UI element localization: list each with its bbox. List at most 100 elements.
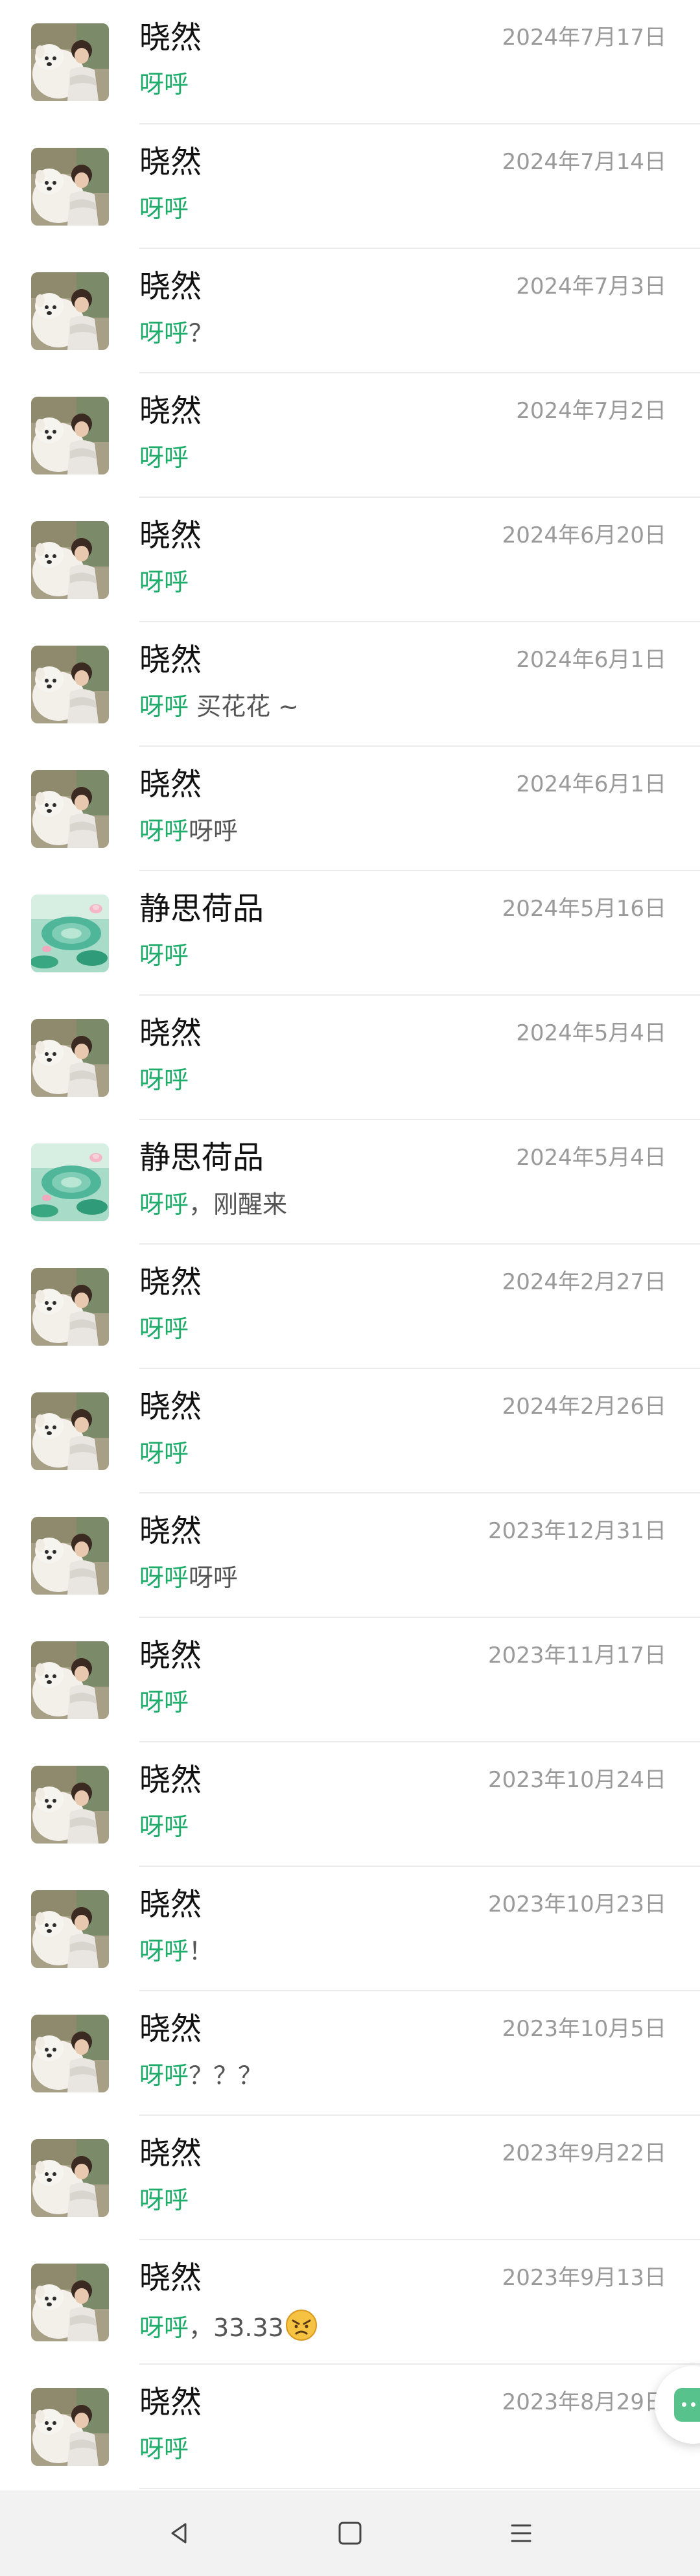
avatar[interactable] [31,521,109,599]
conversation-item[interactable]: 静思荷品 2024年5月16日 呀呼 [0,871,700,996]
avatar[interactable] [31,2388,109,2466]
contact-name: 晓然 [139,144,202,180]
message-preview: 呀呼呀呼 [139,815,238,847]
highlighted-keyword: 呀呼 [139,1439,189,1468]
conversation-item[interactable]: 晓然 2024年2月27日 呀呼 [0,1245,700,1369]
message-preview: 呀呼 [139,1687,189,1718]
avatar[interactable] [31,2139,109,2217]
three-lines-menu-icon [511,2524,531,2542]
conversation-item[interactable]: 晓然 2023年11月17日 呀呼 [0,1618,700,1742]
conversation-item[interactable]: 晓然 2023年10月23日 呀呼！ [0,1867,700,1991]
contact-name: 晓然 [139,268,202,305]
contact-name: 晓然 [139,2260,202,2296]
contact-name: 晓然 [139,1264,202,1300]
avatar[interactable] [31,272,109,350]
conversation-item[interactable]: 晓然 2024年7月14日呀呼 [0,124,700,249]
highlighted-keyword: 呀呼 [139,568,189,596]
avatar[interactable] [31,1641,109,1719]
highlighted-keyword: 呀呼 [139,1066,189,1094]
home-button[interactable] [324,2507,376,2559]
message-preview: 呀呼 [139,940,189,971]
menu-button[interactable] [495,2507,547,2559]
conversation-item[interactable]: 晓然 2024年6月20日 呀呼 [0,498,700,622]
message-text: ？？？ [189,2061,263,2090]
contact-name: 静思荷品 [139,1140,264,1176]
highlighted-keyword: 呀呼 [139,1190,189,1219]
avatar[interactable] [31,646,109,723]
chat-bubble-icon [674,2388,700,2422]
message-preview: 呀呼 [139,2184,189,2216]
conversation-item[interactable]: 晓然 2024年7月17日呀呼 [0,0,700,124]
avatar[interactable] [31,23,109,101]
conversation-item[interactable]: 晓然 2024年5月4日 呀呼 [0,996,700,1120]
conversation-item[interactable]: 晓然 2024年2月26日呀呼 [0,1369,700,1493]
message-date: 2024年7月3日 [516,274,666,299]
message-text: ，33.33 [189,2313,284,2342]
avatar[interactable] [31,2015,109,2092]
message-text: 呀呼 [189,817,239,845]
message-preview: 呀呼 买花花 ~ [139,691,299,722]
message-preview: 呀呼，刚醒来 [139,1189,287,1220]
highlighted-keyword: 呀呼 [139,2435,189,2463]
message-text: ，刚醒来 [189,1190,288,1219]
highlighted-keyword: 呀呼 [139,70,189,99]
conversation-item[interactable]: 晓然 2023年12月31日 呀呼呀呼 [0,1493,700,1618]
avatar[interactable] [31,2264,109,2341]
highlighted-keyword: 呀呼 [139,194,189,223]
message-preview: 呀呼呀呼 [139,1562,238,1593]
highlighted-keyword: 呀呼 [139,1812,189,1841]
angry-face-emoji [285,2309,318,2348]
square-home-icon [338,2522,362,2545]
triangle-back-icon [171,2523,187,2544]
contact-name: 晓然 [139,2384,202,2420]
message-date: 2024年6月20日 [502,522,666,548]
avatar[interactable] [31,1890,109,1968]
avatar[interactable] [31,1766,109,1844]
conversation-item[interactable]: 晓然 2023年9月22日 呀呼 [0,2116,700,2240]
message-date: 2024年6月1日 [516,771,666,797]
avatar[interactable] [31,1392,109,1470]
highlighted-keyword: 呀呼 [139,1563,189,1592]
avatar[interactable] [31,1268,109,1346]
avatar[interactable] [31,1517,109,1595]
message-date: 2023年9月22日 [502,2140,666,2166]
contact-name: 晓然 [139,1886,202,1923]
message-preview: 呀呼 [139,1313,189,1344]
conversation-item[interactable]: 晓然 2024年6月1日 呀呼 买花花 ~ [0,622,700,747]
message-date: 2023年9月13日 [502,2265,666,2291]
contact-name: 晓然 [139,1762,202,1798]
contact-name: 晓然 [139,19,202,56]
back-button[interactable] [153,2507,205,2559]
avatar[interactable] [31,397,109,474]
contact-name: 晓然 [139,1388,202,1425]
contact-name: 晓然 [139,1015,202,1051]
highlighted-keyword: 呀呼 [139,692,189,721]
message-date: 2024年5月16日 [502,896,666,922]
message-date: 2024年2月26日 [502,1394,666,1420]
highlighted-keyword: 呀呼 [139,2186,189,2214]
highlighted-keyword: 呀呼 [139,941,189,970]
conversation-item[interactable]: 晓然 2023年10月5日 呀呼？？？ [0,1991,700,2116]
conversation-item[interactable]: 晓然 2024年6月1日 呀呼呀呼 [0,747,700,871]
avatar[interactable] [31,148,109,226]
message-date: 2024年7月14日 [502,149,666,175]
message-date: 2024年6月1日 [516,647,666,673]
highlighted-keyword: 呀呼 [139,319,189,347]
highlighted-keyword: 呀呼 [139,817,189,845]
message-preview: 呀呼 [139,442,189,473]
avatar[interactable] [31,770,109,848]
message-date: 2024年7月17日 [502,25,666,51]
avatar[interactable] [31,1143,109,1221]
highlighted-keyword: 呀呼 [139,1315,189,1343]
conversation-item[interactable]: 晓然 2023年10月24日呀呼 [0,1742,700,1867]
avatar[interactable] [31,1019,109,1097]
avatar[interactable] [31,895,109,972]
conversation-item[interactable]: 晓然 2023年9月13日 呀呼，33.33 [0,2240,700,2365]
message-date: 2023年10月5日 [502,2016,666,2042]
conversation-item[interactable]: 晓然 2024年7月2日 呀呼 [0,373,700,498]
conversation-item[interactable]: 静思荷品 2024年5月4日 呀呼，刚醒来 [0,1120,700,1245]
conversation-item[interactable]: 晓然 2023年8月29日 呀呼 [0,2365,700,2489]
message-preview: 呀呼？？？ [139,2060,262,2091]
conversation-item[interactable]: 晓然 2024年7月3日 呀呼？ [0,249,700,373]
message-date: 2023年10月24日 [487,1767,666,1793]
